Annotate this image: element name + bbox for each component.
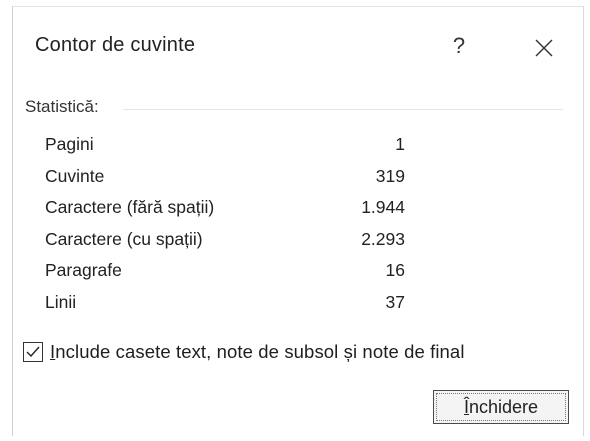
stat-row-lines: Linii 37 (45, 288, 405, 320)
stat-value: 37 (385, 291, 405, 312)
checkmark-icon (26, 346, 40, 358)
word-count-dialog: Contor de cuvinte ? Statistică: Pagini 1… (12, 6, 584, 436)
close-button-label-rest: nchidere (468, 396, 539, 417)
stat-value: 1 (395, 134, 405, 154)
include-textboxes-label-rest: nclude casete text, note de subsol și no… (55, 341, 465, 362)
stat-label: Caractere (fără spații) (45, 197, 215, 217)
statistics-label: Statistică: (25, 97, 99, 116)
stat-label: Pagini (45, 134, 94, 154)
stat-row-paragraphs: Paragrafe 16 (45, 256, 405, 288)
access-key-letter: Î (463, 396, 469, 417)
section-divider (123, 109, 563, 110)
stat-value: 319 (375, 165, 405, 186)
stat-label: Paragrafe (45, 260, 122, 280)
stat-value: 16 (385, 260, 405, 280)
stat-row-chars-with-spaces: Caractere (cu spații) 2.293 (45, 225, 405, 257)
include-textboxes-checkbox[interactable] (23, 342, 43, 362)
include-textboxes-option[interactable]: Include casete text, note de subsol și n… (23, 339, 465, 365)
stat-row-pages: Pagini 1 (45, 130, 405, 162)
include-textboxes-label: Include casete text, note de subsol și n… (50, 341, 465, 363)
help-button[interactable]: ? (441, 29, 477, 63)
stat-label: Linii (45, 291, 77, 312)
stat-row-words: Cuvinte 319 (45, 162, 405, 194)
stat-value: 2.293 (361, 228, 405, 249)
close-dialog-button[interactable]: Închidere (433, 390, 569, 424)
stat-row-chars-no-spaces: Caractere (fără spații) 1.944 (45, 193, 405, 225)
stat-value: 1.944 (361, 197, 405, 217)
close-button[interactable] (525, 31, 561, 65)
title-bar: Contor de cuvinte ? (13, 7, 583, 73)
statistics-list: Pagini 1 Cuvinte 319 Caractere (fără spa… (45, 130, 405, 319)
close-icon (535, 39, 553, 57)
stat-label: Caractere (cu spații) (45, 228, 203, 249)
stat-label: Cuvinte (45, 165, 105, 186)
dialog-title: Contor de cuvinte (35, 34, 196, 56)
